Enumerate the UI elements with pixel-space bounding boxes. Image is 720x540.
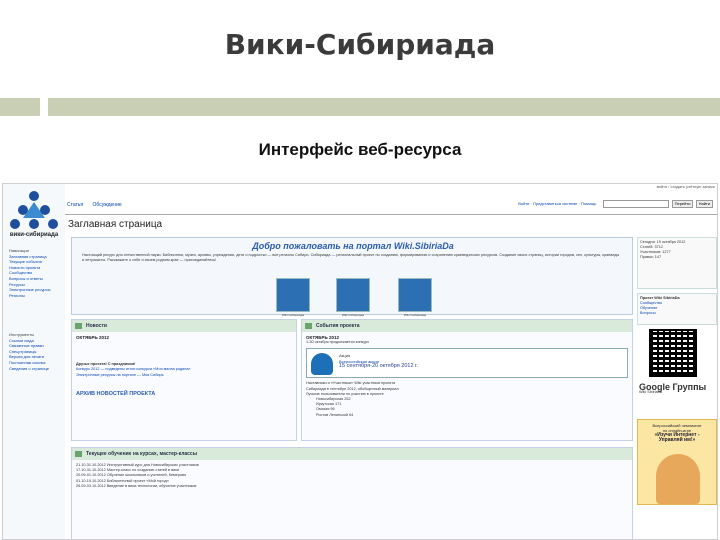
search-area: Войти · Представиться системе · Помощь П… bbox=[518, 200, 713, 208]
slide-title: Вики-Сибириада bbox=[224, 28, 496, 61]
welcome-box: Добро пожаловать на портал Wiki.SibiriaD… bbox=[71, 237, 633, 317]
wiki-sidebar: вики-сибириада Навигация Заглавная стран… bbox=[3, 184, 65, 539]
qr-code-icon bbox=[649, 329, 697, 377]
event-date: 15 сентября-20 октября 2012 г. bbox=[339, 363, 418, 370]
news-spacer bbox=[76, 378, 292, 392]
emblem-icon[interactable] bbox=[398, 278, 432, 312]
website-screenshot: войти / создать учётную запись вики-сиби… bbox=[2, 183, 718, 540]
learning-panel-head: Текущее обучение на курсах, мастер-класс… bbox=[72, 448, 632, 460]
event-text: Акция Всероссийская акция 15 сентября-20… bbox=[339, 353, 418, 370]
logo-text: вики-сибириада bbox=[9, 232, 59, 238]
events-panel-head: События проекта bbox=[302, 320, 632, 332]
project-box: Проект Wiki SibiriaDa Сообщество Обучени… bbox=[637, 293, 717, 325]
main-content: Заглавная страница Добро пожаловать на п… bbox=[65, 214, 717, 539]
decorative-bar-right bbox=[48, 98, 720, 116]
personal-tools[interactable]: войти / создать учётную запись bbox=[657, 184, 715, 189]
page-title: Заглавная страница bbox=[68, 219, 163, 230]
sidebar-navigation: Навигация Заглавная страница Текущие соб… bbox=[9, 248, 63, 298]
decorative-bar-left bbox=[0, 98, 40, 116]
sidebar-item[interactable]: Регионы bbox=[9, 293, 63, 299]
news-icon bbox=[75, 323, 82, 329]
event-logo-icon bbox=[311, 353, 333, 376]
go-button[interactable]: Перейти bbox=[671, 200, 694, 208]
news-panel-title: Новости bbox=[86, 323, 107, 329]
sidebar-tool-item[interactable]: Сведения о странице bbox=[9, 366, 63, 372]
emblem-caption: Wiki Сибириада bbox=[341, 313, 365, 317]
stats-line: Правок: 147 bbox=[640, 255, 662, 259]
events-item: 1-30 октября продолжается конкурс bbox=[306, 340, 370, 345]
news-panel-body: ОКТЯБРЬ 2012 Друзья проекта! С празднико… bbox=[72, 332, 296, 400]
tab-discussion[interactable]: Обсуждение bbox=[93, 202, 122, 208]
events-subitem: Ростов Ленинской 64 bbox=[316, 412, 354, 417]
learning-icon bbox=[75, 451, 82, 457]
promo-line: Управляй им!» bbox=[658, 437, 696, 443]
stats-box: Сегодня: 19 октября 2012 Статей: 3712 Уч… bbox=[637, 237, 717, 289]
page-tabs: Статья Обсуждение bbox=[67, 202, 130, 212]
learning-item[interactable]: 26.09-03.10.2012 Введение в вики-техноло… bbox=[76, 484, 628, 489]
slide-subtitle: Интерфейс веб-ресурса bbox=[258, 140, 462, 159]
welcome-text: Настоящий ресурс для отечественной науки… bbox=[82, 253, 620, 262]
events-panel-title: События проекта bbox=[316, 323, 360, 329]
search-input[interactable] bbox=[603, 200, 670, 208]
events-icon bbox=[305, 323, 312, 329]
emblem-caption: Wiki Сибириада bbox=[403, 313, 427, 317]
news-panel: Новости ОКТЯБРЬ 2012 Друзья проекта! С п… bbox=[71, 319, 297, 441]
login-link[interactable]: Войти bbox=[518, 201, 529, 206]
learning-panel: Текущее обучение на курсах, мастер-класс… bbox=[71, 447, 633, 539]
search-button[interactable]: Найти bbox=[695, 200, 713, 208]
learning-panel-body: 21.10-31.10.2012 Инструктивный курс для … bbox=[72, 460, 632, 492]
emblem-icon[interactable] bbox=[336, 278, 370, 312]
right-column: Сегодня: 19 октября 2012 Статей: 3712 Уч… bbox=[637, 237, 717, 539]
news-archive-link[interactable]: АРХИВ НОВОСТЕЙ ПРОЕКТА bbox=[76, 391, 292, 397]
tab-article[interactable]: Статья bbox=[67, 202, 83, 208]
google-groups[interactable]: Google Группы Wiki Sibiriada bbox=[639, 383, 717, 395]
register-link[interactable]: Представиться системе bbox=[533, 201, 577, 206]
news-spacer bbox=[76, 340, 292, 362]
welcome-title: Добро пожаловать на портал Wiki.SibiriaD… bbox=[252, 241, 454, 251]
project-link[interactable]: Вопросы bbox=[640, 311, 714, 316]
events-panel: События проекта ОКТЯБРЬ 2012 1-30 октябр… bbox=[301, 319, 633, 441]
event-card[interactable]: Акция Всероссийская акция 15 сентября-20… bbox=[306, 348, 628, 379]
promo-banner[interactable]: Всероссийский чемпионат по онлайн-игре «… bbox=[637, 419, 717, 505]
slide: Вики-Сибириада Интерфейс веб-ресурса вой… bbox=[0, 0, 720, 540]
sidebar-tools: Инструменты Ссылки сюда Связанные правки… bbox=[9, 332, 63, 371]
help-link[interactable]: Помощь bbox=[581, 201, 596, 206]
emblem-caption: Wiki Сибириада bbox=[281, 313, 305, 317]
events-panel-body: ОКТЯБРЬ 2012 1-30 октября продолжается к… bbox=[302, 332, 632, 421]
news-panel-head: Новости bbox=[72, 320, 296, 332]
logo-icon[interactable] bbox=[9, 188, 59, 232]
promo-character-icon bbox=[656, 454, 700, 504]
emblem-icon[interactable] bbox=[276, 278, 310, 312]
learning-panel-title: Текущее обучение на курсах, мастер-класс… bbox=[86, 451, 197, 457]
